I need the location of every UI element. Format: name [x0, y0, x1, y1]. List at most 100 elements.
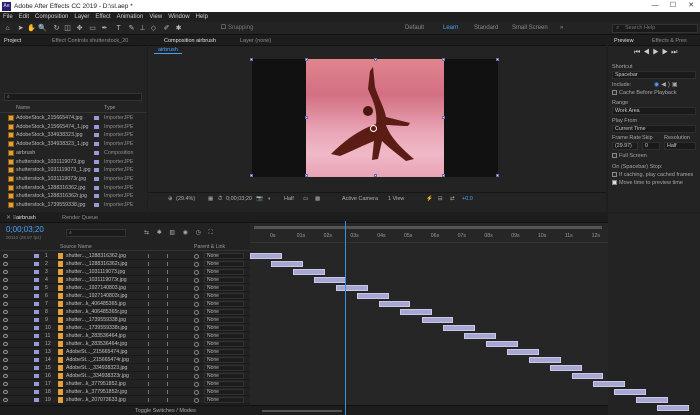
- transform-handle[interactable]: [250, 174, 253, 177]
- name-column-header[interactable]: Name: [16, 105, 30, 111]
- tab-effects-presets[interactable]: Effects & Pres: [648, 36, 691, 46]
- layer-label-swatch[interactable]: [34, 310, 39, 314]
- type-tool-icon[interactable]: T: [114, 24, 123, 33]
- parent-select[interactable]: None: [204, 269, 244, 275]
- menu-file[interactable]: File: [3, 14, 13, 20]
- pick-whip-icon[interactable]: [194, 302, 199, 307]
- transform-handle[interactable]: [305, 174, 308, 177]
- layer-source-name[interactable]: shutter...k_283536464r.jpg: [66, 340, 127, 348]
- workspace-more-icon[interactable]: »: [560, 25, 563, 31]
- view-layout-select[interactable]: 1 View: [388, 196, 404, 202]
- home-icon[interactable]: ⌂: [3, 24, 12, 33]
- layer-source-name[interactable]: shutter...k_406485365.jpg: [66, 300, 126, 308]
- parent-select[interactable]: None: [204, 357, 244, 363]
- layer-switches[interactable]: [148, 334, 168, 338]
- layer-label-swatch[interactable]: [34, 294, 39, 298]
- pick-whip-icon[interactable]: [194, 358, 199, 363]
- transform-handle[interactable]: [305, 116, 308, 119]
- project-item[interactable]: shutterstock_1031119073r.jpg ImporterJPE: [0, 175, 146, 183]
- parent-select[interactable]: None: [204, 277, 244, 283]
- visibility-eye-icon[interactable]: [3, 270, 8, 274]
- layer-duration-bar[interactable]: [378, 301, 411, 307]
- visibility-eye-icon[interactable]: [3, 294, 8, 298]
- pick-whip-icon[interactable]: [194, 390, 199, 395]
- type-column-header[interactable]: Type: [104, 105, 115, 111]
- layer-source-name[interactable]: shutter..._1031119073r.jpg: [66, 276, 127, 284]
- camera-select[interactable]: Active Camera: [342, 196, 378, 202]
- layer-row[interactable]: 15 AdobeSt..._334938323.jpg None: [0, 364, 250, 372]
- tab-render-queue[interactable]: Render Queue: [58, 213, 102, 223]
- rotate-tool-icon[interactable]: ↻: [52, 24, 61, 33]
- close-button[interactable]: ✕: [682, 0, 700, 12]
- frame-rate-select[interactable]: (29.97): [612, 142, 638, 150]
- parent-select[interactable]: None: [204, 293, 244, 299]
- layer-row[interactable]: 1 shutter..._1288316362.jpg None: [0, 252, 250, 260]
- layer-duration-bar[interactable]: [550, 365, 582, 371]
- grid-icon[interactable]: ▦: [208, 196, 213, 202]
- puppet-tool-icon[interactable]: ✱: [174, 24, 183, 33]
- dancer-footage-frame[interactable]: [306, 59, 444, 177]
- visibility-eye-icon[interactable]: [3, 318, 8, 322]
- transparency-icon[interactable]: ▩: [315, 196, 320, 202]
- layer-switches[interactable]: [148, 310, 168, 314]
- tab-airbrush-timeline[interactable]: airbrush: [12, 213, 40, 223]
- transform-handle[interactable]: [374, 174, 377, 177]
- search-help-input[interactable]: ⌕ Search Help: [612, 24, 698, 33]
- layer-switches[interactable]: [148, 398, 168, 402]
- time-ruler[interactable]: 0s 01s 02s 03s 04s 05s 06s 07s 08s 09s 10s 11s 12s: [250, 223, 608, 243]
- layer-duration-bar[interactable]: [271, 261, 304, 267]
- layer-duration-bar[interactable]: [614, 389, 647, 395]
- layer-source-name[interactable]: shutter..._1739559338r.jpg: [66, 324, 127, 332]
- snapshot-icon[interactable]: 📷: [256, 196, 263, 202]
- channel-icon[interactable]: ◐: [268, 196, 271, 202]
- pick-whip-icon[interactable]: [194, 278, 199, 283]
- layer-label-swatch[interactable]: [34, 398, 39, 402]
- layer-source-name[interactable]: shutter...k_406485365r.jpg: [66, 308, 127, 316]
- layer-switches[interactable]: [148, 390, 168, 394]
- layer-label-swatch[interactable]: [34, 254, 39, 258]
- comp-breadcrumb-airbrush[interactable]: airbrush: [154, 47, 182, 54]
- layer-switches[interactable]: [148, 254, 168, 258]
- maximize-button[interactable]: ☐: [664, 0, 682, 12]
- project-item[interactable]: AdobeStock_334938323_1.jpg ImporterJPE: [0, 140, 146, 148]
- pick-whip-icon[interactable]: [194, 334, 199, 339]
- range-select[interactable]: Work Area: [612, 107, 696, 115]
- project-item[interactable]: shutterstock_1031119073.jpg ImporterJPE: [0, 158, 146, 166]
- menu-help[interactable]: Help: [196, 14, 208, 20]
- transform-handle[interactable]: [442, 116, 445, 119]
- label-color-swatch[interactable]: [94, 168, 99, 173]
- viewer-timecode[interactable]: 0;00;03;20: [226, 196, 252, 202]
- anchor-point-icon[interactable]: [370, 125, 377, 132]
- layer-source-name[interactable]: shutter..._1031119073.jpg: [66, 268, 125, 276]
- tab-layer-none[interactable]: Layer (none): [236, 36, 275, 46]
- layer-source-name[interactable]: shutter..._1927140803r.jpg: [66, 292, 127, 300]
- layer-label-swatch[interactable]: [34, 350, 39, 354]
- parent-select[interactable]: None: [204, 365, 244, 371]
- prev-frame-icon[interactable]: ◀: [643, 49, 652, 56]
- pick-whip-icon[interactable]: [194, 294, 199, 299]
- pick-whip-icon[interactable]: [194, 398, 199, 403]
- menu-composition[interactable]: Composition: [35, 14, 68, 20]
- layer-source-name[interactable]: shutter...k_377951852.jpg: [66, 380, 126, 388]
- visibility-eye-icon[interactable]: [3, 358, 8, 362]
- tab-preview[interactable]: Preview: [610, 36, 638, 46]
- layer-duration-bar[interactable]: [657, 405, 690, 411]
- layer-row[interactable]: 6 shutter..._1927140803r.jpg None: [0, 292, 250, 300]
- snapping-checkbox-icon[interactable]: ☐: [219, 24, 228, 33]
- project-item[interactable]: shutterstock_1288316362.jpg ImporterJPE: [0, 184, 146, 192]
- layer-row[interactable]: 16 AdobeSt..._334938323r.jpg None: [0, 372, 250, 380]
- work-area-bar[interactable]: [254, 226, 602, 229]
- layer-duration-bar[interactable]: [292, 269, 325, 275]
- layer-duration-bar[interactable]: [485, 341, 518, 347]
- move-time-checkbox[interactable]: [612, 180, 617, 186]
- visibility-eye-icon[interactable]: [3, 390, 8, 394]
- last-frame-icon[interactable]: ⏭: [671, 49, 680, 56]
- play-icon[interactable]: ▶: [653, 49, 662, 56]
- visibility-eye-icon[interactable]: [3, 286, 8, 290]
- timeline-switch-icons[interactable]: ⇆ ✱ ▥ ◉ ◷ ⛶: [144, 229, 216, 237]
- layer-search-input[interactable]: ⌕: [66, 229, 126, 237]
- visibility-eye-icon[interactable]: [3, 342, 8, 346]
- camera-tool-icon[interactable]: ◫: [63, 24, 72, 33]
- minimize-button[interactable]: —: [646, 0, 664, 12]
- visibility-eye-icon[interactable]: [3, 382, 8, 386]
